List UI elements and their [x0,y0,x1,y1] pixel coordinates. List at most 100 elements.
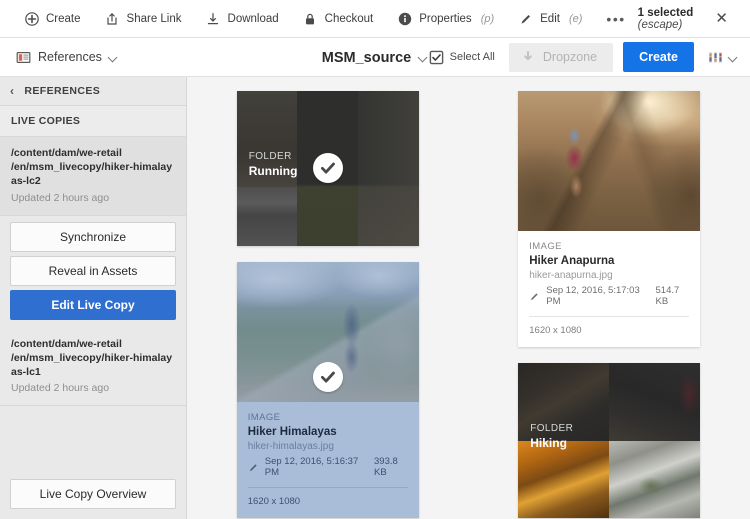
asset-modified-row: Sep 12, 2016, 5:17:03 PM 514.7 KB [529,285,689,307]
edit-live-copy-button[interactable]: Edit Live Copy [10,290,176,320]
live-copy-path-2: /content/dam/we-retail /en/msm_livecopy/… [11,337,175,380]
dropzone-button[interactable]: Dropzone [509,43,613,72]
plus-circle-icon [24,11,39,26]
asset-type-label: IMAGE [529,241,689,252]
asset-thumbnail-hiker-himalayas [237,262,419,402]
collage-tile [609,363,700,441]
share-upload-icon [105,11,120,26]
more-actions-button[interactable]: ••• [594,0,637,38]
asset-meta-hiker-himalayas: IMAGE Hiker Himalayas hiker-himalayas.jp… [237,402,419,518]
pencil-icon [248,462,259,473]
asset-filename: hiker-anapurna.jpg [529,270,689,281]
view-selector[interactable] [704,46,742,69]
dropzone-label: Dropzone [543,50,597,64]
sidebar-header-label: REFERENCES [24,85,100,97]
card-folder-hiking[interactable]: FOLDER Hiking [518,363,700,518]
asset-title: Hiker Himalayas [248,426,408,438]
live-copy-item-1[interactable]: /content/dam/we-retail /en/msm_livecopy/… [0,137,186,216]
sidebar-header[interactable]: ‹ REFERENCES [0,77,186,106]
lock-icon [303,11,318,26]
select-all-label: Select All [450,51,495,63]
card-folder-running[interactable]: FOLDER Running [237,91,419,246]
selection-escape-hint: (escape) [638,19,683,31]
edit-action-label: Edit [540,13,560,25]
rail-toolbar: References MSM_source Select All Dropzon… [0,38,750,77]
checkout-action[interactable]: Checkout [291,0,386,38]
asset-title: Hiker Anapurna [529,255,689,267]
create-action[interactable]: Create [12,0,93,38]
asset-thumbnail-hiker-anapurna [518,91,700,231]
selection-status: 1 selected (escape) ✕ [638,7,738,31]
share-link-action[interactable]: Share Link [93,0,194,38]
rail-actions: Select All Dropzone Create [425,42,742,72]
selection-count-text: 1 selected [638,7,694,19]
download-arrow-icon [521,50,536,65]
card-image-hiker-anapurna[interactable]: IMAGE Hiker Anapurna hiker-anapurna.jpg … [518,91,700,347]
collage-tile [237,91,298,246]
sidebar-section-live-copies: LIVE COPIES [0,106,186,137]
selection-action-bar: Create Share Link Download Checkout Prop [0,0,750,38]
properties-shortcut-hint: (p) [481,13,494,25]
asset-dimensions: 1620 x 1080 [248,496,408,507]
create-button[interactable]: Create [623,42,694,72]
view-grid-icon [708,50,723,65]
document-title-menu[interactable]: MSM_source [322,50,428,66]
sidebar-footer: Live Copy Overview [0,469,186,519]
live-copy-path-1-line1: /content/dam/we-retail [11,147,122,159]
synchronize-button[interactable]: Synchronize [10,222,176,252]
card-image-hiker-himalayas[interactable]: IMAGE Hiker Himalayas hiker-himalayas.jp… [237,262,419,518]
asset-dimensions: 1620 x 1080 [529,325,689,336]
collage-tile [358,91,419,246]
create-action-label: Create [46,13,81,25]
pencil-icon [529,291,540,302]
workspace: ‹ REFERENCES LIVE COPIES /content/dam/we… [0,77,750,519]
collage-tile [609,441,700,519]
download-icon [206,11,221,26]
meta-divider [529,316,689,317]
live-copy-path-2-line1: /content/dam/we-retail [11,338,122,350]
pencil-icon [518,11,533,26]
asset-meta-hiker-anapurna: IMAGE Hiker Anapurna hiker-anapurna.jpg … [518,231,700,347]
page-title: MSM_source [322,50,411,66]
card-column-right: IMAGE Hiker Anapurna hiker-anapurna.jpg … [469,91,750,519]
check-circle-icon[interactable] [313,153,343,183]
checkout-action-label: Checkout [325,13,374,25]
live-copy-path-1: /content/dam/we-retail /en/msm_livecopy/… [11,146,175,189]
asset-size: 393.8 KB [374,456,408,478]
download-action-label: Download [228,13,279,25]
asset-type-label: IMAGE [248,412,408,423]
folder-collage-running: FOLDER Running [237,91,419,246]
checkbox-check-icon [429,50,444,65]
reveal-in-assets-button[interactable]: Reveal in Assets [10,256,176,286]
check-circle-icon[interactable] [313,362,343,392]
live-copy-overview-button[interactable]: Live Copy Overview [10,479,176,509]
references-sidebar: ‹ REFERENCES LIVE COPIES /content/dam/we… [0,77,187,519]
asset-card-grid: FOLDER Running [187,77,750,519]
edit-action[interactable]: Edit (e) [506,0,594,38]
chevron-left-icon[interactable]: ‹ [10,85,14,97]
live-copy-item-2[interactable]: /content/dam/we-retail /en/msm_livecopy/… [0,328,186,407]
asset-modified-date: Sep 12, 2016, 5:16:37 PM [265,456,360,478]
live-copy-path-2-line2: /en/msm_livecopy/hiker-himalayas-lc1 [11,352,172,378]
rail-selector[interactable]: References [10,46,124,69]
selection-count: 1 selected (escape) [638,7,702,31]
asset-filename: hiker-himalayas.jpg [248,441,408,452]
properties-action-label: Properties [419,13,471,25]
close-icon[interactable]: ✕ [711,9,732,28]
properties-action[interactable]: Properties (p) [385,0,506,38]
edit-shortcut-hint: (e) [569,13,582,25]
live-copy-actions: Synchronize Reveal in Assets Edit Live C… [0,216,186,328]
chevron-down-icon [729,53,738,62]
references-panel-icon [16,50,31,65]
sidebar-spacer [0,406,186,469]
live-copy-updated-1: Updated 2 hours ago [11,192,175,204]
share-link-action-label: Share Link [127,13,182,25]
rail-selector-label: References [38,50,102,64]
meta-divider [248,487,408,488]
chevron-down-icon [109,53,118,62]
collage-tile [518,441,609,519]
info-circle-icon [397,11,412,26]
download-action[interactable]: Download [194,0,291,38]
select-all-button[interactable]: Select All [425,46,499,69]
card-column-left: FOLDER Running [187,91,469,519]
